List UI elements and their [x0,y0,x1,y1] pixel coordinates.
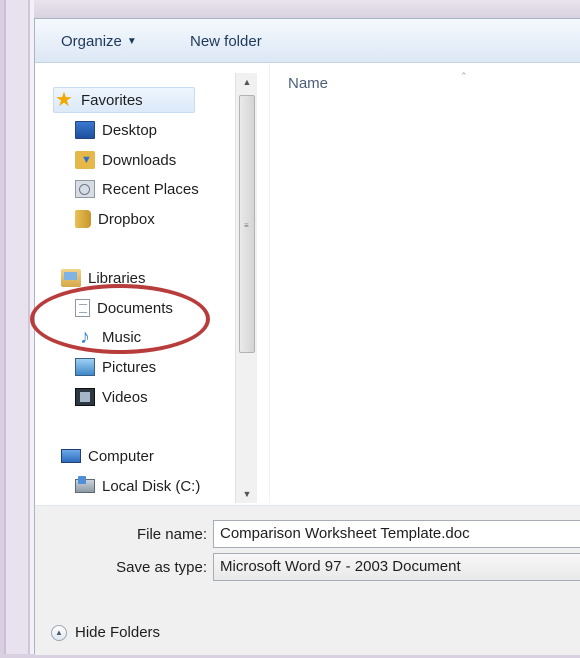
hide-folders-label: Hide Folders [75,624,161,641]
desktop-icon [75,121,95,139]
nav-item-videos[interactable]: Videos [75,384,148,410]
local-disk-icon [75,476,95,493]
documents-icon [75,299,90,317]
nav-item-favorites[interactable]: ★ Favorites [53,87,195,113]
nav-item-label: Computer [88,447,154,465]
sort-arrow-icon: ⌃ [460,71,468,81]
nav-item-label: Libraries [88,269,146,287]
window-frame-left [0,0,34,658]
save-as-dialog: Organize ▼ New folder ★ Favorites Desktop… [34,18,580,655]
hide-folders-button[interactable]: ▲ Hide Folders [51,624,160,641]
nav-item-desktop[interactable]: Desktop [75,117,157,143]
nav-item-downloads[interactable]: Downloads [75,147,176,173]
downloads-icon [75,151,95,169]
chevron-down-icon: ▼ [126,36,137,47]
scroll-up-arrow-icon[interactable]: ▲ [236,73,258,91]
nav-item-label: Recent Places [102,180,199,198]
grip-icon: ≡ [244,221,249,230]
computer-icon [61,449,81,463]
nav-item-music[interactable]: ♪ Music [75,324,141,350]
nav-item-label: Pictures [102,358,157,376]
window-frame-top [0,0,580,18]
save-options-panel: File name: Comparison Worksheet Template… [35,505,580,655]
command-bar: Organize ▼ New folder [35,19,580,63]
nav-item-label: Local Disk (C:) [102,477,201,495]
recent-places-icon [75,180,95,198]
nav-item-label: Videos [102,388,148,406]
nav-item-dropbox[interactable]: Dropbox [75,206,155,232]
nav-item-label: Favorites [81,91,143,109]
organize-label: Organize [61,33,122,50]
pictures-icon [75,358,95,376]
file-list-pane[interactable]: Name ⌃ [269,63,580,503]
star-icon: ★ [55,89,73,111]
nav-item-label: Dropbox [98,210,155,228]
save-as-type-label: Save as type: [116,559,207,576]
file-name-label: File name: [136,526,207,543]
nav-item-recent-places[interactable]: Recent Places [75,176,199,202]
file-name-field[interactable]: Comparison Worksheet Template.doc [213,520,580,548]
save-as-type-select[interactable]: Microsoft Word 97 - 2003 Document [213,553,580,581]
videos-icon [75,388,95,406]
organize-button[interactable]: Organize ▼ [61,33,137,50]
nav-item-computer[interactable]: Computer [61,443,154,469]
nav-item-pictures[interactable]: Pictures [75,354,156,380]
column-header-label: Name [288,75,329,92]
new-folder-button[interactable]: New folder [190,33,262,50]
nav-item-label: Desktop [102,121,158,139]
nav-item-local-disk[interactable]: Local Disk (C:) [75,473,200,499]
nav-item-documents[interactable]: Documents [75,295,173,321]
column-header-name[interactable]: Name [288,75,328,92]
scroll-down-arrow-icon[interactable]: ▼ [236,485,258,503]
nav-scrollbar[interactable]: ▲ ≡ ▼ [235,73,257,503]
nav-item-label: Documents [97,299,173,317]
nav-item-label: Music [102,328,142,346]
nav-item-label: Downloads [102,151,177,169]
music-icon: ♪ [80,326,90,348]
libraries-icon [61,269,81,287]
navigation-pane: ★ Favorites Desktop Downloads Recent Pla… [35,63,267,503]
dropbox-icon [75,210,91,228]
chevron-up-icon: ▲ [51,624,67,641]
scrollbar-thumb[interactable]: ≡ [239,95,255,353]
nav-item-libraries[interactable]: Libraries [61,265,146,291]
